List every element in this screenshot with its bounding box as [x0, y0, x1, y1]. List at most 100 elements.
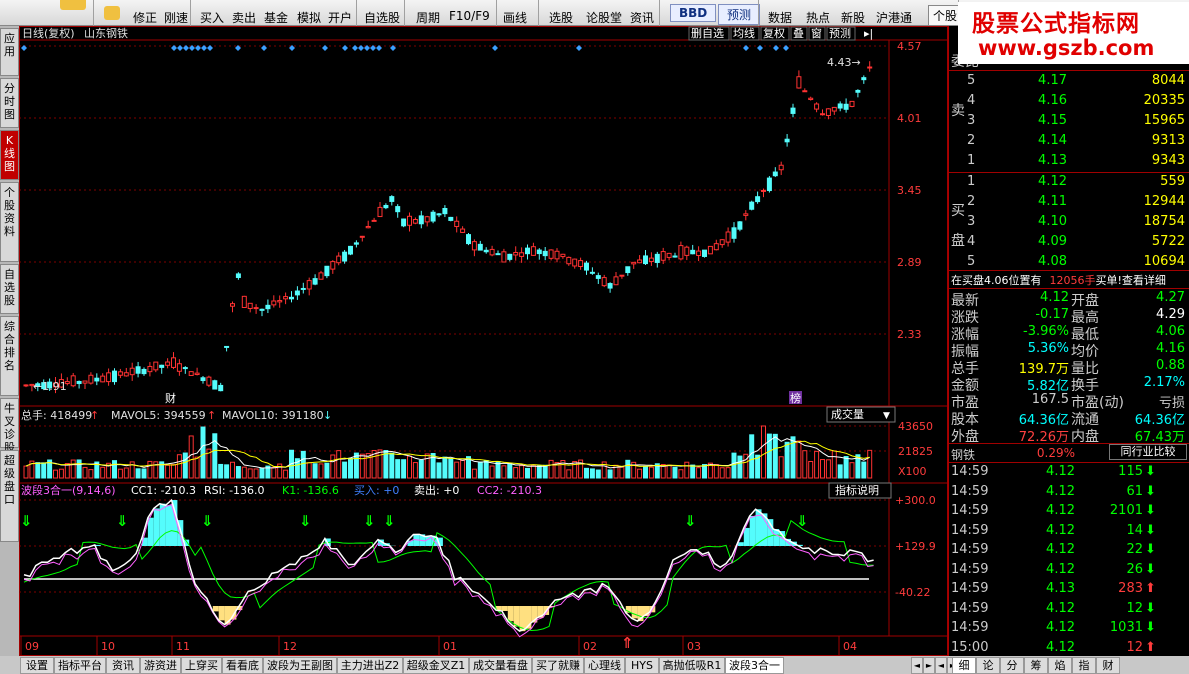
- sidebar-tab-5[interactable]: 综合排名: [0, 316, 19, 396]
- sidebar-tab-3[interactable]: 个股资料: [0, 182, 19, 262]
- down-arrow-icon[interactable]: [104, 6, 120, 20]
- volume-bar: [702, 464, 707, 479]
- chart-header-button-0[interactable]: 删自选: [688, 26, 730, 41]
- scroll-left-icon[interactable]: ◄: [935, 657, 947, 674]
- sell-volume: 15965: [1143, 113, 1185, 128]
- kline-chart-area[interactable]: 日线(复权) 山东钢铁 删自选 均线 复权叠窗预测 ▸| 4.57 4.01 3.45 2.89 2…: [19, 26, 948, 656]
- toolbar-button-15[interactable]: 预测: [718, 4, 761, 25]
- chart-header-button-1[interactable]: 均线: [730, 26, 760, 41]
- toolbar-button-6[interactable]: 开户: [328, 9, 352, 26]
- industry-compare-button[interactable]: 同行业比较: [1109, 444, 1187, 460]
- toolbar-button-18[interactable]: 新股: [841, 9, 865, 26]
- indicator-tab-12[interactable]: HYS: [625, 657, 659, 674]
- quote-tab-2[interactable]: 分: [1000, 657, 1024, 674]
- notice-detail-link[interactable]: 查看详细: [1122, 274, 1166, 287]
- divider: [949, 172, 1189, 173]
- indicator-tab-0[interactable]: 设置: [20, 657, 54, 674]
- quote-tab-3[interactable]: 筹: [1024, 657, 1048, 674]
- indicator-tab-1[interactable]: 指标平台: [54, 657, 106, 674]
- volume-bar: [306, 462, 312, 479]
- candle-body: [696, 250, 702, 256]
- back-arrow-icon[interactable]: [60, 0, 86, 10]
- toolbar-button-17[interactable]: 热点: [806, 9, 830, 26]
- chart-header-button-2[interactable]: 复权: [760, 26, 790, 41]
- candlestick-series: [23, 61, 873, 394]
- toolbar-button-12[interactable]: 论股堂: [586, 9, 622, 26]
- indicator-help-button[interactable]: 指标说明: [828, 482, 892, 499]
- quote-tab-1[interactable]: 论: [976, 657, 1000, 674]
- toolbar-separator: [758, 0, 759, 26]
- tick-volume: 14: [1126, 522, 1143, 538]
- indicator-name: 波段3合一(9,14,6): [21, 483, 116, 497]
- sidebar-tab-7[interactable]: 超级盘口: [0, 450, 19, 542]
- indicator-tab-7[interactable]: 主力进出Z2: [337, 657, 403, 674]
- toolbar-button-3[interactable]: 卖出: [232, 9, 256, 26]
- indicator-tab-6[interactable]: 波段为王副图: [263, 657, 337, 674]
- indicator-tab-4[interactable]: 上穿买: [181, 657, 222, 674]
- ranking-tag[interactable]: 榜: [789, 391, 802, 405]
- price-axis-label: 2.33: [897, 328, 922, 341]
- volume-bar: [41, 462, 47, 479]
- toolbar-button-5[interactable]: 模拟: [297, 9, 321, 26]
- candle-body: [23, 384, 29, 387]
- indicator-tab-14[interactable]: 波段3合一: [725, 657, 784, 674]
- toolbar-separator: [356, 0, 357, 26]
- sidebar-tab-0[interactable]: 应用: [0, 28, 19, 76]
- candle-body: [460, 228, 466, 233]
- candle-body: [589, 271, 595, 274]
- sidebar-tab-label: K线图: [4, 134, 15, 173]
- sidebar-tab-label: 综合排名: [4, 320, 15, 372]
- toolbar-button-9[interactable]: F10/F9: [449, 9, 490, 23]
- kline-chart-svg[interactable]: 日线(复权) 山东钢铁 删自选 均线 复权叠窗预测 ▸| 4.57 4.01 3.45 2.89 2…: [19, 26, 948, 656]
- quote-tab-5[interactable]: 指: [1072, 657, 1096, 674]
- toolbar-button-4[interactable]: 基金: [264, 9, 288, 26]
- sidebar-tab-4[interactable]: 自选股: [0, 264, 19, 314]
- quote-tab-4[interactable]: 焰: [1048, 657, 1072, 674]
- indicator-tab-5[interactable]: 看看底: [222, 657, 263, 674]
- down-arrow-icon: ⬇: [1145, 503, 1156, 518]
- toolbar-button-1[interactable]: 刚速: [164, 9, 188, 26]
- chart-header-button-3[interactable]: 叠: [790, 26, 808, 41]
- indicator-tab-2[interactable]: 资讯: [106, 657, 140, 674]
- sidebar-tab-2[interactable]: K线图: [0, 130, 19, 180]
- finance-tag[interactable]: 财: [165, 391, 176, 405]
- scroll-left-icon[interactable]: ◄: [911, 657, 923, 674]
- chart-period: 日线(复权): [22, 26, 75, 40]
- candle-body: [395, 206, 401, 213]
- chart-header-button-4[interactable]: 窗: [808, 26, 826, 41]
- toolbar-button-10[interactable]: 画线: [503, 9, 527, 26]
- scroll-right-icon[interactable]: ▸|: [864, 27, 873, 40]
- candle-body: [702, 249, 707, 257]
- indicator-tab-3[interactable]: 游资进: [140, 657, 181, 674]
- quote-tab-0[interactable]: 细: [952, 657, 976, 674]
- indicator-tab-13[interactable]: 高抛低吸R1: [659, 657, 725, 674]
- toolbar-button-19[interactable]: 沪港通: [876, 9, 912, 26]
- big-order-notice[interactable]: 在买盘4.06位置有 12056手买单!查看详细: [951, 272, 1166, 288]
- sidebar-tab-6[interactable]: 牛叉诊股: [0, 398, 19, 454]
- toolbar-button-8[interactable]: 周期: [416, 9, 440, 26]
- quote-tab-6[interactable]: 财: [1096, 657, 1120, 674]
- chart-stock-name: 山东钢铁: [84, 27, 128, 40]
- watermark-title: 股票公式指标网: [972, 11, 1140, 37]
- toolbar-button-11[interactable]: 选股: [549, 9, 573, 26]
- indicator-tab-11[interactable]: 心理线: [584, 657, 625, 674]
- toolbar-button-2[interactable]: 买入: [200, 9, 224, 26]
- toolbar-button-20[interactable]: 个股: [928, 5, 963, 26]
- chart-header-button-5[interactable]: 预测: [826, 26, 856, 41]
- volume-bar: [530, 464, 536, 479]
- sidebar-tab-1[interactable]: 分时图: [0, 78, 19, 128]
- indicator-tab-8[interactable]: 超级金叉Z1: [403, 657, 469, 674]
- toolbar-button-14[interactable]: BBD: [670, 4, 717, 22]
- volume-selector[interactable]: 成交量 ▼: [826, 406, 896, 423]
- scroll-right-icon[interactable]: ►: [923, 657, 935, 674]
- toolbar-button-0[interactable]: 修正: [133, 9, 157, 26]
- toolbar-button-13[interactable]: 资讯: [630, 9, 654, 26]
- toolbar-button-16[interactable]: 数据: [768, 9, 792, 26]
- candle-body: [613, 276, 619, 286]
- indicator-tab-10[interactable]: 买了就赚: [532, 657, 584, 674]
- candle-body: [106, 372, 112, 383]
- candle-body: [412, 219, 418, 224]
- candle-body: [607, 283, 613, 289]
- toolbar-button-7[interactable]: 自选股: [364, 9, 400, 26]
- indicator-tab-9[interactable]: 成交量看盘: [469, 657, 532, 674]
